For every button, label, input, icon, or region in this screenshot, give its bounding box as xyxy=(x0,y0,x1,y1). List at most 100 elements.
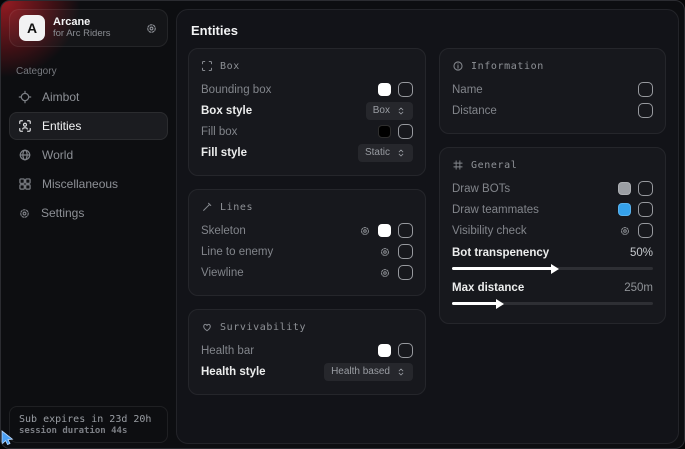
heart-icon xyxy=(201,321,213,333)
setting-row-draw-bots: Draw BOTs xyxy=(452,178,653,199)
settings-column: InformationNameDistanceGeneralDraw BOTsD… xyxy=(439,48,666,324)
chevrons-up-down-icon xyxy=(396,106,406,116)
setting-row-health-style: Health styleHealth based xyxy=(201,361,413,382)
sidebar-nav: Aimbot Entities World Miscellaneous Settings xyxy=(1,83,176,227)
gear-icon[interactable] xyxy=(379,246,391,258)
sidebar-item-aimbot[interactable]: Aimbot xyxy=(9,83,168,111)
setting-row-draw-teammates: Draw teammates xyxy=(452,199,653,220)
subscription-card: Sub expires in 23d 20h session duration … xyxy=(9,406,168,443)
setting-row-fill-style: Fill style Static xyxy=(201,142,413,163)
slider-thumb[interactable] xyxy=(551,264,559,274)
sidebar-item-label: Miscellaneous xyxy=(42,177,118,191)
color-swatch-health-bar[interactable] xyxy=(378,344,391,357)
checkbox-name[interactable] xyxy=(638,82,653,97)
gear-icon[interactable] xyxy=(359,225,371,237)
page-title: Entities xyxy=(177,10,678,38)
select-value: Box xyxy=(373,105,390,116)
checkbox-fill-box[interactable] xyxy=(398,124,413,139)
setting-row-box-style: Box style Box xyxy=(201,100,413,121)
setting-row-bounding-box: Bounding box xyxy=(201,79,413,100)
section-header: General xyxy=(452,159,653,171)
section-title: Lines xyxy=(220,202,253,213)
setting-label-max-distance: Max distance xyxy=(452,282,524,294)
slider-thumb[interactable] xyxy=(496,299,504,309)
sidebar-item-world[interactable]: World xyxy=(9,141,168,169)
select-box-style[interactable]: Box xyxy=(366,102,413,120)
setting-label-line-to-enemy: Line to enemy xyxy=(201,246,273,258)
setting-label-fill-style: Fill style xyxy=(201,147,247,159)
slider-value-bot-transpenency: 50% xyxy=(630,247,653,259)
setting-row-viewline: Viewline xyxy=(201,262,413,283)
setting-row-health-bar: Health bar xyxy=(201,340,413,361)
setting-label-fill-box: Fill box xyxy=(201,126,237,138)
checkbox-line-to-enemy[interactable] xyxy=(398,244,413,259)
app-window: A Arcane for Arc Riders Category AimbotE… xyxy=(0,0,685,449)
logo-card: A Arcane for Arc Riders xyxy=(9,9,168,47)
checkbox-skeleton[interactable] xyxy=(398,223,413,238)
checkbox-draw-bots[interactable] xyxy=(638,181,653,196)
slider-value-max-distance: 250m xyxy=(624,282,653,294)
sidebar: A Arcane for Arc Riders Category AimbotE… xyxy=(1,1,176,448)
select-health-style[interactable]: Health based xyxy=(324,363,413,381)
sidebar-item-label: Entities xyxy=(42,119,81,133)
gear-icon[interactable] xyxy=(379,267,391,279)
setting-row-name: Name xyxy=(452,79,653,100)
checkbox-distance[interactable] xyxy=(638,103,653,118)
select-fill-style[interactable]: Static xyxy=(358,144,413,162)
sidebar-item-label: Settings xyxy=(41,206,84,220)
slider-row-bot-transpenency: Bot transpenency 50% xyxy=(452,243,653,276)
grid-icon xyxy=(452,159,464,171)
color-swatch-skeleton[interactable] xyxy=(378,224,391,237)
color-swatch-draw-bots[interactable] xyxy=(618,182,631,195)
section-general: General Draw BOTs Draw teammates Visibility… xyxy=(439,147,666,324)
session-duration-text: session duration 44s xyxy=(19,426,158,436)
crop-icon xyxy=(201,60,213,72)
slider-bot-transpenency[interactable] xyxy=(452,267,653,270)
setting-row-distance: Distance xyxy=(452,100,653,121)
sidebar-item-entities[interactable]: Entities xyxy=(9,112,168,140)
section-header: Survivability xyxy=(201,321,413,333)
section-box: Box Bounding box Box style Box Fill box Fill … xyxy=(188,48,426,176)
select-value: Health based xyxy=(331,366,390,377)
sidebar-item-miscellaneous[interactable]: Miscellaneous xyxy=(9,170,168,198)
main-panel: Entities Box Bounding box Box style Box Fill… xyxy=(176,9,679,444)
setting-label-box-style: Box style xyxy=(201,105,252,117)
section-title: General xyxy=(471,160,517,171)
setting-label-bounding-box: Bounding box xyxy=(201,84,271,96)
setting-label-bot-transpenency: Bot transpenency xyxy=(452,247,549,259)
slider-row-max-distance: Max distance 250m xyxy=(452,278,653,311)
checkbox-viewline[interactable] xyxy=(398,265,413,280)
slider-max-distance[interactable] xyxy=(452,302,653,305)
setting-row-visibility-check: Visibility check xyxy=(452,220,653,241)
section-title: Survivability xyxy=(220,322,306,333)
sidebar-item-settings[interactable]: Settings xyxy=(9,199,168,227)
section-title: Box xyxy=(220,61,240,72)
section-survivability: Survivability Health bar Health styleHealt… xyxy=(188,309,426,395)
checkbox-bounding-box[interactable] xyxy=(398,82,413,97)
setting-label-draw-bots: Draw BOTs xyxy=(452,183,510,195)
checkbox-draw-teammates[interactable] xyxy=(638,202,653,217)
settings-columns: Box Bounding box Box style Box Fill box Fill … xyxy=(177,38,678,395)
setting-label-skeleton: Skeleton xyxy=(201,225,246,237)
app-title: Arcane xyxy=(53,16,137,29)
section-lines: Lines Skeleton Line to enemy Viewline xyxy=(188,189,426,296)
sidebar-item-label: World xyxy=(42,148,73,162)
checkbox-visibility-check[interactable] xyxy=(638,223,653,238)
globe-icon xyxy=(18,148,32,162)
setting-label-visibility-check: Visibility check xyxy=(452,225,527,237)
color-swatch-draw-teammates[interactable] xyxy=(618,203,631,216)
section-header: Box xyxy=(201,60,413,72)
section-header: Lines xyxy=(201,201,413,213)
app-logo: A xyxy=(19,15,45,41)
gear-icon[interactable] xyxy=(145,22,158,35)
setting-label-health-bar: Health bar xyxy=(201,345,254,357)
app-subtitle: for Arc Riders xyxy=(53,29,137,40)
gear-icon[interactable] xyxy=(619,225,631,237)
checkbox-health-bar[interactable] xyxy=(398,343,413,358)
setting-label-distance: Distance xyxy=(452,105,497,117)
chevrons-up-down-icon xyxy=(396,148,406,158)
setting-label-viewline: Viewline xyxy=(201,267,244,279)
color-swatch-bounding-box[interactable] xyxy=(378,83,391,96)
color-swatch-fill-box[interactable] xyxy=(378,125,391,138)
pencil-icon xyxy=(201,201,213,213)
